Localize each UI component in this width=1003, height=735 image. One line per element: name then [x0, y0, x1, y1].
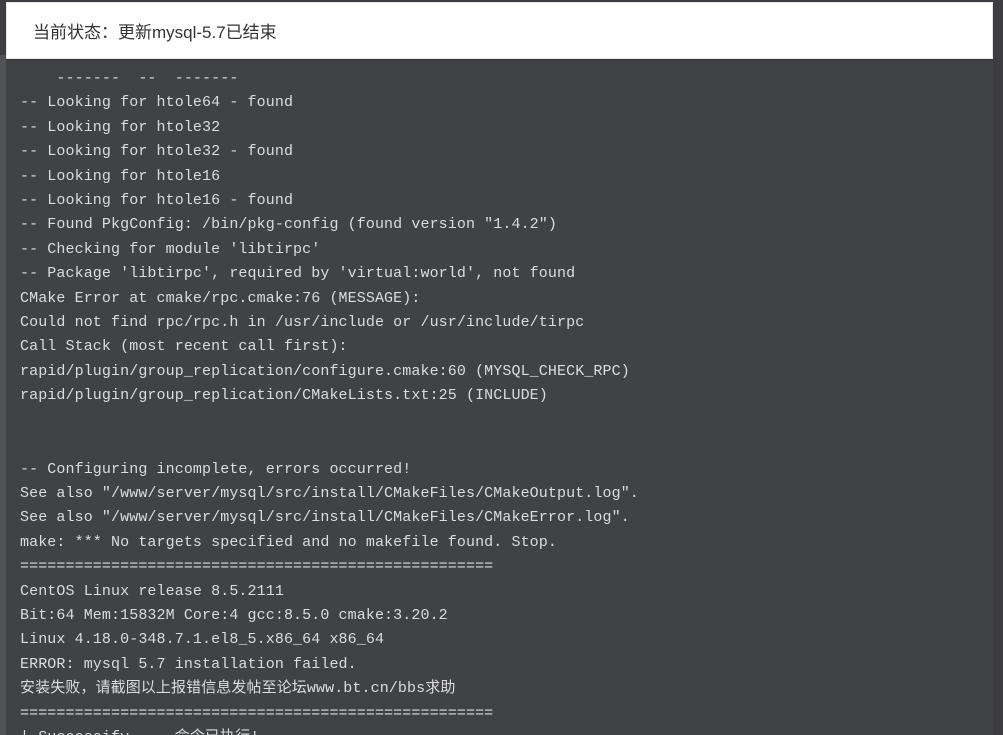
- terminal-line: Call Stack (most recent call first):: [20, 338, 348, 355]
- terminal-line: -- Package 'libtirpc', required by 'virt…: [20, 265, 575, 282]
- terminal-line: ========================================…: [20, 705, 493, 722]
- terminal-line: ERROR: mysql 5.7 installation failed.: [20, 656, 357, 673]
- terminal-line: -- Looking for htole64 - found: [20, 94, 293, 111]
- terminal-line: -- Looking for htole16: [20, 168, 220, 185]
- status-bar: 当前状态：更新mysql-5.7已结束: [6, 2, 993, 59]
- terminal-line: -- Looking for htole32 - found: [20, 143, 293, 160]
- terminal-line: See also "/www/server/mysql/src/install/…: [20, 485, 639, 502]
- terminal-line: CentOS Linux release 8.5.2111: [20, 583, 284, 600]
- terminal-line: |-Successify --- 命令已执行! ---: [20, 729, 296, 735]
- terminal-line: Could not find rpc/rpc.h in /usr/include…: [20, 314, 584, 331]
- status-value: 更新mysql-5.7已结束: [118, 23, 277, 42]
- terminal-line: rapid/plugin/group_replication/configure…: [20, 363, 630, 380]
- status-label: 当前状态：: [33, 23, 118, 42]
- terminal-line: Linux 4.18.0-348.7.1.el8_5.x86_64 x86_64: [20, 631, 384, 648]
- terminal-line: ========================================…: [20, 558, 493, 575]
- left-decoration-strip: [0, 55, 6, 735]
- terminal-line: CMake Error at cmake/rpc.cmake:76 (MESSA…: [20, 290, 420, 307]
- terminal-output[interactable]: ------- -- ------- -- Looking for htole6…: [6, 61, 993, 735]
- terminal-line: -- Checking for module 'libtirpc': [20, 241, 320, 258]
- terminal-line: 安装失败，请截图以上报错信息发帖至论坛www.bt.cn/bbs求助: [20, 680, 455, 697]
- terminal-line: Bit:64 Mem:15832M Core:4 gcc:8.5.0 cmake…: [20, 607, 448, 624]
- terminal-line: See also "/www/server/mysql/src/install/…: [20, 509, 630, 526]
- terminal-line: -- Configuring incomplete, errors occurr…: [20, 461, 411, 478]
- terminal-line: rapid/plugin/group_replication/CMakeList…: [20, 387, 548, 404]
- terminal-line: -- Looking for htole16 - found: [20, 192, 293, 209]
- terminal-line: -- Found PkgConfig: /bin/pkg-config (fou…: [20, 216, 557, 233]
- terminal-line: -- Looking for htole32: [20, 119, 220, 136]
- terminal-line: make: *** No targets specified and no ma…: [20, 534, 557, 551]
- terminal-line: ------- -- -------: [20, 70, 238, 87]
